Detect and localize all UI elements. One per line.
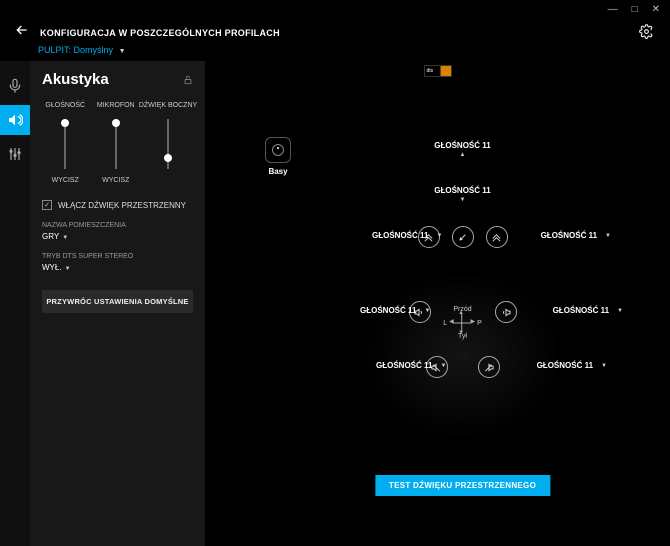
speaker-center[interactable] [452,226,474,248]
reset-defaults-button[interactable]: PRZYWRÓC USTAWIENIA DOMYŚLNE [42,290,193,313]
speaker-right[interactable] [495,301,517,323]
chevron-down-icon[interactable]: ▼ [440,363,446,369]
mic-slider[interactable] [115,119,117,169]
checkbox-icon: ✓ [42,200,52,210]
chevron-down-icon[interactable]: ▼ [605,233,611,239]
slider-mic: MIKROFON WYCISZ [93,102,140,184]
window-close[interactable]: ✕ [652,4,660,15]
sidebar: Akustyka GŁOŚNOŚĆ WYCISZ MIKROFON WYCISZ… [30,61,205,546]
profile-value: Domyślny [74,45,114,55]
dts-mode-select[interactable]: WYŁ.▼ [42,263,193,272]
surround-layout: GŁOŚNOŚĆ 11 ▲ GŁOŚNOŚĆ 11 ▼ [275,131,650,506]
content-area: dts Basy GŁOŚNOŚĆ 11 ▲ GŁOŚNOŚĆ 11 ▼ [205,61,670,546]
slider-volume: GŁOŚNOŚĆ WYCISZ [42,102,89,184]
slider-thumb[interactable] [112,119,120,127]
mute-mic[interactable]: WYCISZ [102,177,129,184]
nav-equalizer[interactable] [0,139,30,169]
speaker-label: GŁOŚNOŚĆ 11 [360,306,416,315]
left-label: L [443,320,447,327]
lock-icon[interactable] [183,75,193,87]
chevron-down-icon: ▼ [62,235,68,241]
speaker-rear-right[interactable] [478,356,500,378]
right-label: P [477,320,482,327]
speaker-label: GŁOŚNOŚĆ 11 [553,306,609,315]
chevron-down-icon[interactable]: ▼ [436,233,442,239]
profile-label: PULPIT: [38,45,71,55]
mute-volume[interactable]: WYCISZ [52,177,79,184]
speaker-label: GŁOŚNOŚĆ 11 [434,186,490,195]
back-button[interactable] [14,22,30,43]
speaker-label: GŁOŚNOŚĆ 11 [372,231,428,240]
speaker-label: GŁOŚNOŚĆ 11 [537,361,593,370]
dts-mode-label: TRYB DTS SUPER STEREO [42,253,193,260]
chevron-down-icon: ▼ [119,48,126,55]
page-title: KONFIGURACJA W POSZCZEGÓLNYCH PROFILACH [40,28,280,38]
slider-thumb[interactable] [164,154,172,162]
speaker-front-right-up[interactable] [486,226,508,248]
slider-sidetone: DŹWIĘK BOCZNY [143,102,193,184]
speaker-label: GŁOŚNOŚĆ 11 [541,231,597,240]
chevron-down-icon: ▼ [65,266,71,272]
sidebar-title: Akustyka [42,71,193,88]
chevron-up-icon[interactable]: ▲ [460,152,466,158]
slider-thumb[interactable] [61,119,69,127]
chevron-down-icon[interactable]: ▼ [424,308,430,314]
settings-button[interactable] [639,24,654,42]
chevron-down-icon[interactable]: ▼ [601,363,607,369]
surround-label: WŁĄCZ DŹWIĘK PRZESTRZENNY [58,201,186,210]
room-name-select[interactable]: GRY▼ [42,232,193,241]
sidetone-slider[interactable] [167,119,169,169]
nav-audio[interactable] [0,105,30,135]
dts-logo: dts [424,65,452,77]
window-minimize[interactable]: — [608,4,618,15]
volume-slider[interactable] [64,119,66,169]
room-name-label: NAZWA POMIESZCZENIA [42,222,193,229]
window-maximize[interactable]: □ [632,4,638,15]
nav-rail [0,61,30,546]
chevron-down-icon[interactable]: ▼ [460,197,466,203]
speaker-label: GŁOŚNOŚĆ 11 [434,141,490,150]
speaker-label: GŁOŚNOŚĆ 11 [376,361,432,370]
nav-mic[interactable] [0,71,30,101]
profile-selector[interactable]: PULPIT: Domyślny ▼ [0,45,670,61]
chevron-down-icon[interactable]: ▼ [617,308,623,314]
position-control[interactable]: Przód L ▲ ▼ ◀ ▶ P Tył [443,306,482,340]
test-surround-button[interactable]: TEST DŹWIĘKU PRZESTRZENNEGO [375,475,550,496]
surround-checkbox[interactable]: ✓ WŁĄCZ DŹWIĘK PRZESTRZENNY [42,200,193,210]
